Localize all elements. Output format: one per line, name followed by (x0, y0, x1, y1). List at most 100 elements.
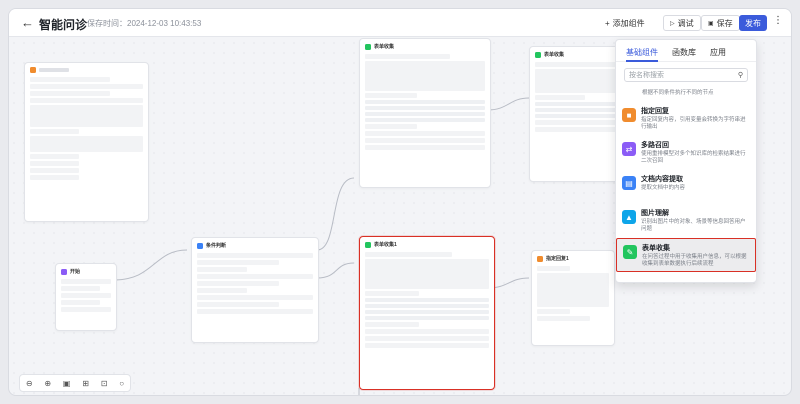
field-row (535, 62, 617, 67)
search-icon: ⚲ (737, 72, 743, 79)
layout-icon[interactable]: ⊞ (82, 379, 89, 388)
component-desc: 使用重排模型对多个知识库的检索结果进行二次召回 (641, 151, 746, 164)
publish-button[interactable]: 发布 (739, 15, 767, 31)
field-row (197, 302, 279, 307)
reply-node[interactable]: 指定回复1 (531, 250, 615, 346)
zoom-out-icon[interactable]: ⊖ (26, 379, 33, 388)
component-item-partial[interactable]: 根据不同条件执行不同的节点 (616, 88, 756, 102)
form-icon (365, 43, 371, 50)
panel-tabs: 基础组件 函数库 应用 (616, 40, 756, 62)
base-info-node[interactable] (24, 62, 149, 222)
collapse-icon[interactable]: ⊡ (101, 379, 108, 388)
field-row (365, 343, 489, 348)
field-row (197, 253, 313, 258)
component-panel: 基础组件 函数库 应用 按名称搜索 ⚲ 根据不同条件执行不同的节点 ■ 指定回复… (615, 39, 757, 283)
field-row (61, 300, 100, 305)
field-row (197, 274, 313, 279)
table-row (365, 100, 485, 104)
fit-view-icon[interactable]: ▣ (63, 379, 71, 388)
component-item-form-collect[interactable]: ✎ 表单收集 在问答过程中用于收集用户信息，可以根据收集到表单数据执行后续流程 (616, 238, 756, 272)
field-row (365, 322, 419, 327)
condition-icon (197, 242, 203, 249)
node-header: 指定回复1 (532, 251, 614, 264)
table-row (365, 112, 485, 116)
field-row (365, 252, 453, 257)
tab-function-library[interactable]: 函数库 (672, 47, 696, 61)
node-header (25, 63, 148, 75)
component-item-image-understanding[interactable]: ▲ 图片理解识别出图片中的对象、场景等信息回答用户问题 (616, 204, 756, 238)
node-title: 条件判断 (206, 243, 227, 249)
branch-icon: ⇄ (622, 142, 636, 156)
start-icon (61, 268, 67, 275)
component-item-multi-recall[interactable]: ⇄ 多路召回使用重排模型对多个知识库的检索结果进行二次召回 (616, 136, 756, 170)
field-row (61, 293, 111, 298)
text-area (30, 105, 143, 127)
table-row (365, 118, 485, 122)
lock-icon[interactable]: ○ (119, 379, 124, 388)
component-desc: 提取文档中的内容 (641, 185, 686, 191)
field-row (365, 145, 485, 150)
field-row (365, 93, 417, 98)
component-item-reply[interactable]: ■ 指定回复 指定回复内容，引用变量会转换为字符串进行输出 (616, 102, 756, 136)
field-row (537, 309, 570, 314)
debug-button[interactable]: ▷ 调试 (663, 15, 701, 31)
field-row (30, 175, 80, 180)
component-item-doc-extract[interactable]: ▤ 文档内容提取 提取文档中的内容 (616, 170, 756, 204)
node-title-placeholder (39, 68, 69, 72)
add-component-button[interactable]: + 添加组件 (599, 15, 651, 31)
add-component-label: 添加组件 (612, 18, 645, 28)
table-row (365, 316, 489, 320)
field-row (365, 329, 489, 334)
component-desc: 在问答过程中用于收集用户信息，可以根据收集到表单数据执行后续流程 (642, 254, 747, 267)
field-row (61, 279, 111, 284)
node-header: 开始 (56, 264, 116, 277)
component-desc: 指定回复内容，引用变量会转换为字符串进行输出 (641, 117, 746, 130)
start-node[interactable]: 开始 (55, 263, 117, 331)
save-icon: ▣ (708, 20, 714, 27)
node-title: 指定回复1 (546, 256, 569, 262)
field-row (197, 267, 248, 272)
field-row (537, 316, 591, 321)
tab-applications[interactable]: 应用 (710, 47, 726, 61)
node-title: 表单收集1 (374, 242, 397, 248)
field-row (365, 336, 489, 341)
table-row (365, 298, 489, 302)
form-icon (535, 51, 541, 58)
component-desc: 根据不同条件执行不同的节点 (642, 90, 714, 96)
form-icon (365, 241, 371, 248)
field-row (30, 161, 80, 166)
chat-icon: ■ (622, 108, 636, 122)
field-row (30, 77, 110, 82)
image-icon: ▲ (622, 210, 636, 224)
field-row (365, 131, 485, 136)
component-name: 图片理解 (641, 210, 669, 217)
app-window: ← 智能问诊 保存时间：2024-12-03 10:43:53 + 添加组件 ▷… (8, 8, 792, 396)
tab-basic-components[interactable]: 基础组件 (626, 47, 658, 62)
save-button[interactable]: ▣ 保存 (701, 15, 740, 31)
field-row (365, 291, 419, 296)
debug-label: 调试 (677, 18, 694, 28)
search-input[interactable]: 按名称搜索 ⚲ (624, 68, 748, 82)
document-icon: ▤ (622, 176, 636, 190)
reply-icon (537, 255, 543, 262)
field-row (30, 129, 80, 134)
node-header: 表单收集1 (360, 237, 494, 250)
form-node-top[interactable]: 表单收集 (359, 38, 491, 188)
node-title: 表单收集 (374, 44, 395, 50)
text-area (537, 273, 609, 307)
component-name: 表单收集 (642, 245, 670, 252)
field-row (197, 260, 279, 265)
form-node-selected[interactable]: 表单收集1 (359, 236, 495, 390)
component-name: 多路召回 (641, 142, 669, 149)
condition-node[interactable]: 条件判断 (191, 237, 319, 343)
component-desc: 识别出图片中的对象、场景等信息回答用户问题 (641, 219, 746, 232)
field-row (197, 309, 313, 314)
field-row (365, 138, 485, 143)
plus-icon: + (605, 18, 610, 28)
arrow-left-icon[interactable]: ← (21, 15, 34, 30)
more-vertical-icon[interactable]: ⋮ (773, 15, 783, 26)
zoom-in-icon[interactable]: ⊕ (44, 379, 51, 388)
node-header: 条件判断 (192, 238, 318, 251)
play-icon: ▷ (670, 20, 675, 27)
field-row (61, 286, 100, 291)
